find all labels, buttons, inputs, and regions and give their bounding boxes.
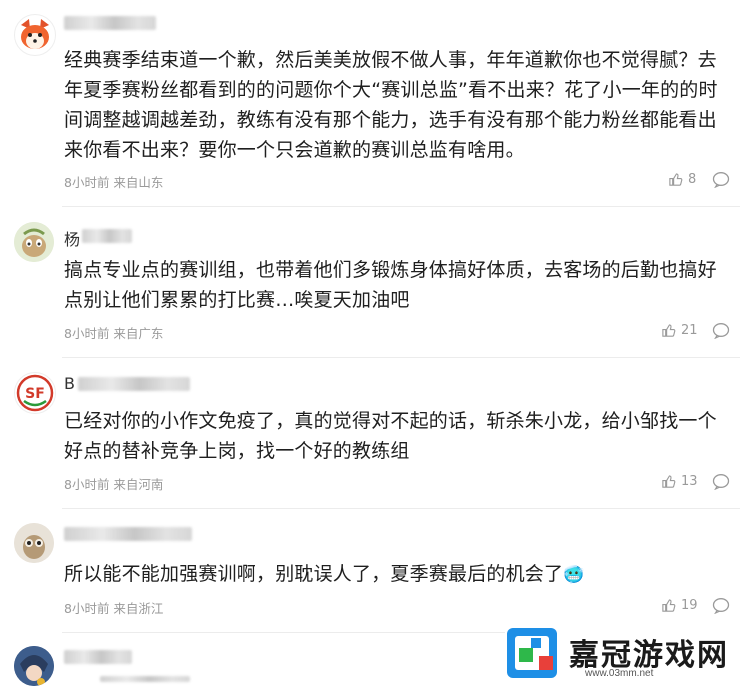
svg-text:SF: SF xyxy=(25,386,45,402)
username-blurred[interactable] xyxy=(78,377,190,391)
username-initial[interactable]: 杨 xyxy=(64,226,80,250)
username-blurred[interactable] xyxy=(64,650,132,664)
thumbs-up-icon xyxy=(662,324,676,337)
reply-icon[interactable] xyxy=(712,171,730,192)
watermark-url: www.03mm.net xyxy=(585,668,654,679)
site-watermark: 嘉冠游戏网 www.03mm.net xyxy=(505,626,748,682)
comment-text: 经典赛季结束道一个歉，然后美美放假不做人事，年年道歉你也不觉得腻？去年夏季赛粉丝… xyxy=(64,49,718,161)
thumbs-up-icon xyxy=(662,599,676,612)
avatar[interactable]: SF xyxy=(14,372,56,414)
comment-text: 所以能不能加强赛训啊，别耽误人了，夏季赛最后的机会了🥶 xyxy=(64,559,734,590)
username-blurred[interactable] xyxy=(82,229,132,243)
like-button[interactable]: 13 xyxy=(661,474,698,489)
like-count: 19 xyxy=(681,598,698,613)
cold-face-emoji-icon: 🥶 xyxy=(563,565,585,585)
like-count: 13 xyxy=(681,474,698,489)
divider xyxy=(62,357,740,358)
like-count: 8 xyxy=(688,172,697,187)
fox-avatar-icon xyxy=(16,16,54,54)
avatar[interactable] xyxy=(14,646,54,686)
animal-avatar-icon xyxy=(14,523,54,563)
comment-text: 搞点专业点的赛训组，也带着他们多锻炼身体搞好体质，去客场的后勤也搞好点别让他们累… xyxy=(64,259,717,311)
comment-meta: 8小时前 来自广东 xyxy=(64,326,164,341)
reply-icon[interactable] xyxy=(712,597,730,618)
comment-text: 已经对你的小作文免疫了，真的觉得对不起的话，斩杀朱小龙，给小邹找一个好点的替补竞… xyxy=(64,410,717,462)
username-initial[interactable]: B xyxy=(64,374,75,393)
thumbs-up-icon xyxy=(669,173,683,186)
like-count: 21 xyxy=(681,323,698,338)
like-button[interactable]: 21 xyxy=(661,323,698,338)
comment-meta: 8小时前 来自山东 xyxy=(64,175,164,190)
username-blurred[interactable] xyxy=(64,16,156,30)
anime-avatar-icon xyxy=(14,646,54,686)
reply-icon[interactable] xyxy=(712,473,730,494)
divider xyxy=(62,508,740,509)
comment-text-body: 所以能不能加强赛训啊，别耽误人了，夏季赛最后的机会了 xyxy=(64,563,564,585)
watermark-logo-icon xyxy=(507,628,557,678)
avatar[interactable] xyxy=(14,14,56,56)
comment-meta: 8小时前 来自河南 xyxy=(64,477,164,492)
comment-text-blurred xyxy=(100,676,190,682)
like-button[interactable]: 8 xyxy=(668,172,696,187)
avatar[interactable] xyxy=(14,523,54,563)
like-button[interactable]: 19 xyxy=(661,598,698,613)
username-blurred[interactable] xyxy=(64,527,192,541)
team-logo-avatar-icon: SF xyxy=(16,374,54,412)
cartoon-avatar-icon xyxy=(14,222,54,262)
avatar[interactable] xyxy=(14,222,54,262)
divider xyxy=(62,206,740,207)
comment-meta: 8小时前 来自浙江 xyxy=(64,601,164,616)
reply-icon[interactable] xyxy=(712,322,730,343)
thumbs-up-icon xyxy=(662,475,676,488)
